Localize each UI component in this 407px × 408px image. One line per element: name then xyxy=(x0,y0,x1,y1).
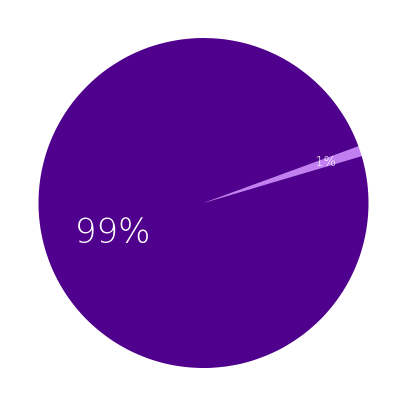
pie-slice-label-1: 1% xyxy=(315,155,336,170)
pie-slice-0 xyxy=(38,37,369,368)
pie-slice-label-0: 99% xyxy=(75,212,151,252)
pie-chart: 1% 99% xyxy=(38,37,369,368)
pie-slices xyxy=(38,37,369,368)
